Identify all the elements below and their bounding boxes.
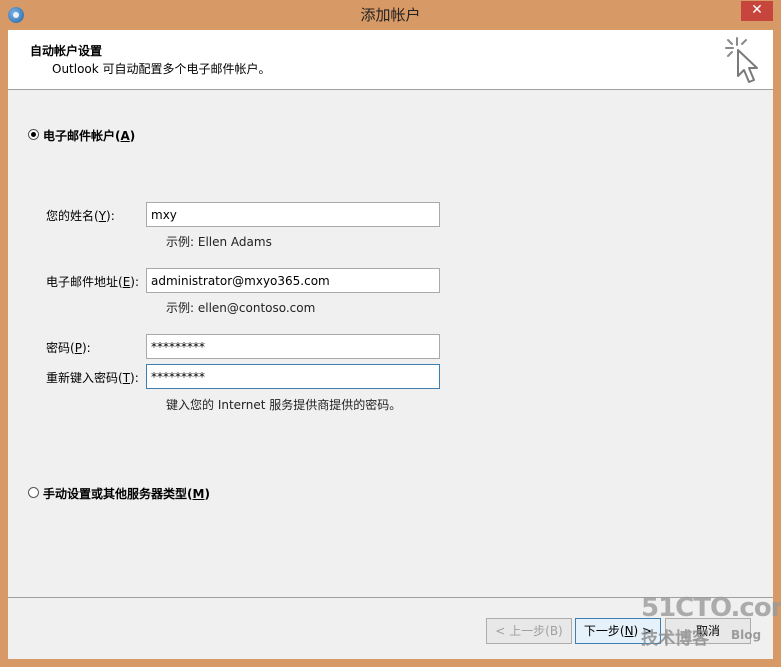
your-name-label: 您的姓名(Y): bbox=[46, 209, 115, 223]
watermark-tech-blog: 技术博客 bbox=[641, 629, 709, 649]
header-title: 自动帐户设置 bbox=[30, 44, 103, 58]
back-button[interactable]: < 上一步(B) bbox=[486, 618, 572, 644]
email-address-example: 示例: ellen@contoso.com bbox=[166, 301, 316, 315]
close-window-button[interactable]: ✕ bbox=[741, 1, 773, 21]
watermark-site: 51CTO.com bbox=[641, 593, 781, 623]
retype-password-input[interactable] bbox=[146, 364, 440, 389]
manual-setup-radio-label[interactable]: 手动设置或其他服务器类型(M) bbox=[43, 485, 210, 502]
password-hint: 键入您的 Internet 服务提供商提供的密码。 bbox=[166, 398, 402, 412]
header-subtitle: Outlook 可自动配置多个电子邮件帐户。 bbox=[52, 62, 271, 76]
email-address-label: 电子邮件地址(E): bbox=[46, 275, 140, 289]
cursor-sparkle-icon bbox=[725, 37, 758, 83]
your-name-input[interactable] bbox=[146, 202, 440, 227]
password-label: 密码(P): bbox=[46, 341, 91, 355]
watermark-blog: Blog bbox=[731, 628, 762, 642]
your-name-example: 示例: Ellen Adams bbox=[166, 235, 272, 249]
email-address-input[interactable] bbox=[146, 268, 440, 293]
retype-password-label: 重新键入密码(T): bbox=[46, 371, 139, 385]
password-input[interactable] bbox=[146, 334, 440, 359]
manual-setup-radio[interactable] bbox=[28, 487, 39, 498]
window-title: 添加帐户 bbox=[360, 6, 421, 24]
email-account-radio-label[interactable]: 电子邮件帐户(A) bbox=[43, 127, 135, 144]
email-account-radio[interactable] bbox=[28, 129, 39, 140]
